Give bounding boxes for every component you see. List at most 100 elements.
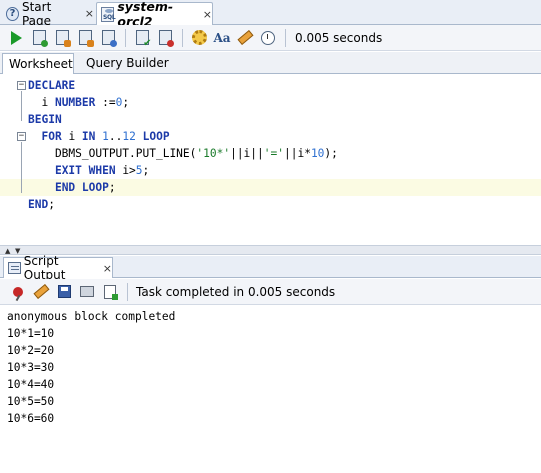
output-line: 10*6=60 — [7, 412, 55, 425]
explain-plan-button[interactable] — [75, 28, 95, 48]
output-line: anonymous block completed — [7, 310, 176, 323]
code-token: DBMS_OUTPUT.PUT_LINE( — [28, 147, 197, 160]
code-token: ; — [108, 181, 116, 194]
save-icon — [57, 285, 71, 298]
code-line[interactable]: DECLARE — [0, 77, 541, 94]
to-upper-lower-button[interactable]: Aa — [212, 28, 232, 48]
sql-editor[interactable]: DECLARE i NUMBER :=0; BEGIN FOR i IN 1..1… — [0, 75, 541, 245]
code-token: ; — [122, 96, 130, 109]
output-line: 10*3=30 — [7, 361, 55, 374]
code-token: '10*' — [196, 147, 231, 160]
code-token: ; — [142, 164, 150, 177]
code-token: ; — [48, 198, 55, 211]
fold-toggle-icon[interactable]: − — [17, 81, 26, 90]
collapse-up-icon[interactable]: ▲ — [5, 247, 10, 255]
code-token: .. — [108, 130, 123, 143]
code-line[interactable]: END LOOP; — [0, 179, 541, 196]
code-token: := — [95, 96, 116, 109]
output-line: 10*5=50 — [7, 395, 55, 408]
run-statement-button[interactable] — [6, 28, 26, 48]
clear-icon — [33, 283, 49, 300]
tab-script-output[interactable]: Script Output × — [3, 254, 113, 282]
worksheet-toolbar: Aa 0.005 seconds — [0, 25, 541, 51]
autotrace-icon — [55, 30, 71, 47]
code-token: FOR — [41, 130, 62, 143]
output-line: 10*1=10 — [7, 327, 55, 340]
run-statement-icon — [10, 30, 22, 45]
toolbar-divider — [125, 28, 126, 47]
clear-button[interactable] — [235, 28, 255, 48]
tab-script-output-label: Script Output — [23, 254, 66, 282]
output-line: 10*2=20 — [7, 344, 55, 357]
commit-button[interactable] — [132, 28, 152, 49]
tab-query-builder[interactable]: Query Builder — [80, 53, 175, 74]
tab-start-page-label: Start Page — [21, 0, 52, 28]
code-line[interactable]: BEGIN — [0, 111, 541, 128]
code-token: ); — [324, 147, 338, 160]
code-line[interactable]: i NUMBER :=0; — [0, 94, 541, 111]
code-token: NUMBER — [54, 96, 96, 109]
freeze-view-button[interactable] — [8, 282, 28, 302]
fold-guide — [21, 142, 22, 193]
close-icon[interactable]: × — [203, 8, 212, 21]
code-token: i> — [115, 164, 136, 177]
pin-icon — [13, 286, 23, 297]
collapse-down-icon[interactable]: ▼ — [15, 247, 20, 255]
code-token: ||i* — [283, 147, 311, 160]
code-token: END — [28, 198, 49, 211]
print-icon — [80, 286, 94, 297]
close-icon[interactable]: × — [85, 7, 94, 20]
run-script-button[interactable] — [29, 28, 49, 48]
tab-start-page[interactable]: ? Start Page × — [2, 0, 94, 28]
explain-plan-icon — [78, 30, 94, 47]
save-output-button[interactable] — [54, 282, 74, 302]
script-output-icon — [8, 262, 21, 274]
code-line[interactable]: EXIT WHEN i>5; — [0, 162, 541, 179]
code-line[interactable]: END; — [0, 196, 541, 213]
output-toolbar: Task completed in 0.005 seconds — [0, 279, 541, 305]
open-in-worksheet-button[interactable] — [100, 282, 120, 302]
document-tab-bar: ? Start Page × SQL system-orcl2 × — [0, 0, 541, 29]
task-status: Task completed in 0.005 seconds — [136, 284, 336, 299]
sql-tuning-button[interactable] — [98, 28, 118, 48]
sql-history-icon — [261, 30, 275, 45]
code-token: ||i|| — [230, 147, 264, 160]
toolbar-divider — [285, 28, 286, 47]
toolbar-divider — [127, 282, 128, 301]
document-icon — [104, 284, 118, 300]
sql-history-button[interactable] — [258, 28, 278, 48]
fold-toggle-icon[interactable]: − — [17, 132, 26, 141]
rollback-icon — [158, 30, 174, 47]
code-line[interactable]: DBMS_OUTPUT.PUT_LINE('10*'||i||'='||i*10… — [0, 145, 541, 162]
output-line: 10*4=40 — [7, 378, 55, 391]
commit-icon — [135, 30, 152, 49]
code-token: DECLARE — [28, 79, 76, 92]
code-token: IN — [81, 130, 96, 143]
sql-tuning-icon — [101, 30, 117, 47]
autotrace-button[interactable] — [52, 28, 72, 48]
tab-worksheet[interactable]: Worksheet — [2, 53, 74, 74]
elapsed-time: 0.005 seconds — [295, 30, 383, 45]
unshared-sql-button[interactable] — [189, 28, 209, 48]
output-tab-bar: Script Output × — [0, 254, 541, 282]
code-token: BEGIN — [28, 113, 62, 126]
rollback-button[interactable] — [155, 28, 175, 48]
clear-output-button[interactable] — [31, 282, 51, 302]
help-icon: ? — [6, 6, 19, 21]
code-token: '=' — [263, 147, 284, 160]
code-token: END LOOP — [54, 181, 109, 194]
unshared-sql-icon — [191, 30, 207, 45]
code-token: EXIT WHEN — [54, 164, 116, 177]
code-token: 1 — [102, 130, 109, 143]
fold-guide — [21, 91, 22, 121]
code-line[interactable]: FOR i IN 1..12 LOOP — [0, 128, 541, 145]
script-output-area[interactable]: anonymous block completed 10*1=10 10*2=20 1… — [0, 306, 541, 473]
print-button[interactable] — [77, 282, 97, 302]
sql-worksheet-icon: SQL — [101, 6, 116, 22]
tab-connection[interactable]: SQL system-orcl2 × — [96, 0, 213, 29]
close-icon[interactable]: × — [103, 262, 112, 275]
code-token: i — [61, 130, 82, 143]
